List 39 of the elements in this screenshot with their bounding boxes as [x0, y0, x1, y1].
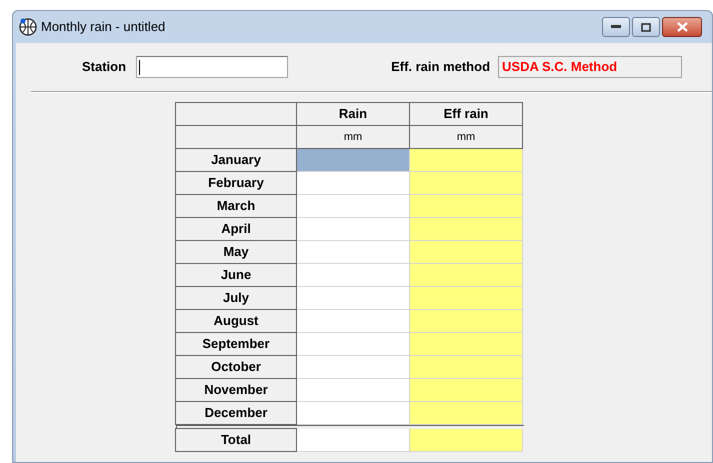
maximize-icon	[641, 22, 651, 32]
station-field[interactable]	[136, 56, 288, 78]
close-icon	[676, 22, 688, 32]
minimize-button[interactable]	[602, 17, 630, 37]
row-header: April	[175, 217, 297, 241]
table-cell[interactable]	[297, 429, 410, 452]
table-cell[interactable]	[297, 264, 410, 287]
column-header: Eff rain	[409, 102, 523, 126]
table-cell[interactable]	[297, 402, 410, 425]
row-header: May	[175, 240, 297, 264]
station-label: Station	[82, 58, 126, 76]
row-header: June	[175, 263, 297, 287]
table-cell[interactable]	[297, 241, 410, 264]
table-cell[interactable]	[297, 195, 410, 218]
row-header: December	[175, 401, 297, 425]
row-header: January	[175, 148, 297, 172]
row-header: October	[175, 355, 297, 379]
unit-label: mm	[409, 125, 523, 149]
table-cell[interactable]	[297, 356, 410, 379]
row-header: November	[175, 378, 297, 402]
table-cell[interactable]	[297, 333, 410, 356]
row-header: March	[175, 194, 297, 218]
minimize-icon	[611, 25, 621, 29]
row-header: July	[175, 286, 297, 310]
row-header: September	[175, 332, 297, 356]
table-cell[interactable]	[297, 218, 410, 241]
table-cell[interactable]	[297, 172, 410, 195]
table-cell[interactable]	[297, 379, 410, 402]
table-cell[interactable]	[297, 149, 410, 172]
table-cell[interactable]	[297, 287, 410, 310]
window-title: Monthly rain - untitled	[41, 18, 166, 36]
eff-rain-method-value: USDA S.C. Method	[502, 58, 618, 76]
row-header: Total	[175, 428, 297, 452]
row-header: February	[175, 171, 297, 195]
maximize-button[interactable]	[632, 17, 660, 37]
eff-rain-method-label: Eff. rain method	[391, 58, 490, 76]
close-button[interactable]	[662, 17, 702, 37]
table-cell[interactable]	[297, 310, 410, 333]
row-header: August	[175, 309, 297, 333]
